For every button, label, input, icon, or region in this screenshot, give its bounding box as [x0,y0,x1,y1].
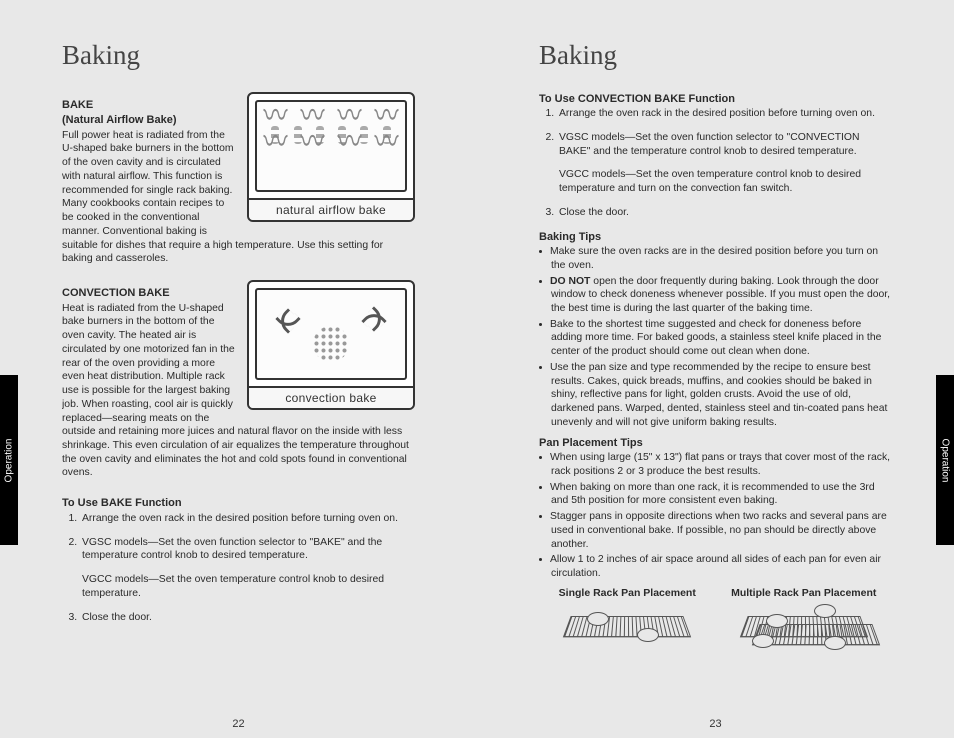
tip-1: Make sure the oven racks are in the desi… [551,245,892,272]
page-number-right: 23 [709,717,721,732]
baking-tips-heading: Baking Tips [539,230,892,245]
figure-multi-caption: Multiple Rack Pan Placement [716,587,893,600]
pan-tip-3: Stagger pans in opposite directions when… [551,510,892,551]
pan-tip-1: When using large (15" x 13") flat pans o… [551,451,892,478]
figure-single-rack: Single Rack Pan Placement [539,587,716,664]
page-title-right: Baking [539,38,892,74]
use-conv-step-1: Arrange the oven rack in the desired pos… [557,107,892,121]
baking-tips-list: Make sure the oven racks are in the desi… [539,245,892,430]
use-conv-step-2-alt: VGCC models—Set the oven temperature con… [559,168,892,195]
tip-2: DO NOT open the door frequently during b… [551,275,892,316]
figure-caption-convection: convection bake [249,386,413,408]
bake-section: 〰〰〰〰 〰〰〰〰 natural airflow bake BAKE (Nat… [62,92,415,271]
page-right: Baking To Use CONVECTION BAKE Function A… [477,38,954,708]
figure-caption-natural: natural airflow bake [249,198,413,220]
figure-multi-rack: Multiple Rack Pan Placement [716,587,893,664]
use-bake-step-1: Arrange the oven rack in the desired pos… [80,512,415,526]
pan-tips-heading: Pan Placement Tips [539,436,892,451]
pan-tips-list: When using large (15" x 13") flat pans o… [539,451,892,581]
tip-4: Use the pan size and type recommended by… [551,361,892,430]
figure-natural-airflow: 〰〰〰〰 〰〰〰〰 natural airflow bake [247,92,415,222]
use-bake-step-2: VGSC models—Set the oven function select… [80,536,415,601]
figure-single-caption: Single Rack Pan Placement [539,587,716,600]
figure-convection: convection bake [247,280,415,410]
use-bake-steps: Arrange the oven rack in the desired pos… [62,512,415,624]
use-conv-heading: To Use CONVECTION BAKE Function [539,92,892,107]
use-conv-step-3: Close the door. [557,206,892,220]
page-number-left: 22 [232,717,244,732]
use-bake-step-2-alt: VGCC models—Set the oven temperature con… [82,573,415,600]
pan-tip-4: Allow 1 to 2 inches of air space around … [551,553,892,580]
page-left: Baking 〰〰〰〰 〰〰〰〰 natural airflow bake BA… [0,38,477,708]
page-title-left: Baking [62,38,415,74]
convection-section: convection bake CONVECTION BAKE Heat is … [62,280,415,484]
tip-3: Bake to the shortest time suggested and … [551,318,892,359]
use-bake-heading: To Use BAKE Function [62,496,415,511]
page-spread: Baking 〰〰〰〰 〰〰〰〰 natural airflow bake BA… [0,0,954,738]
use-bake-step-3: Close the door. [80,611,415,625]
placement-figures: Single Rack Pan Placement Multiple Rack … [539,587,892,664]
pan-tip-2: When baking on more than one rack, it is… [551,481,892,508]
use-conv-step-2: VGSC models—Set the oven function select… [557,131,892,196]
use-conv-steps: Arrange the oven rack in the desired pos… [539,107,892,219]
